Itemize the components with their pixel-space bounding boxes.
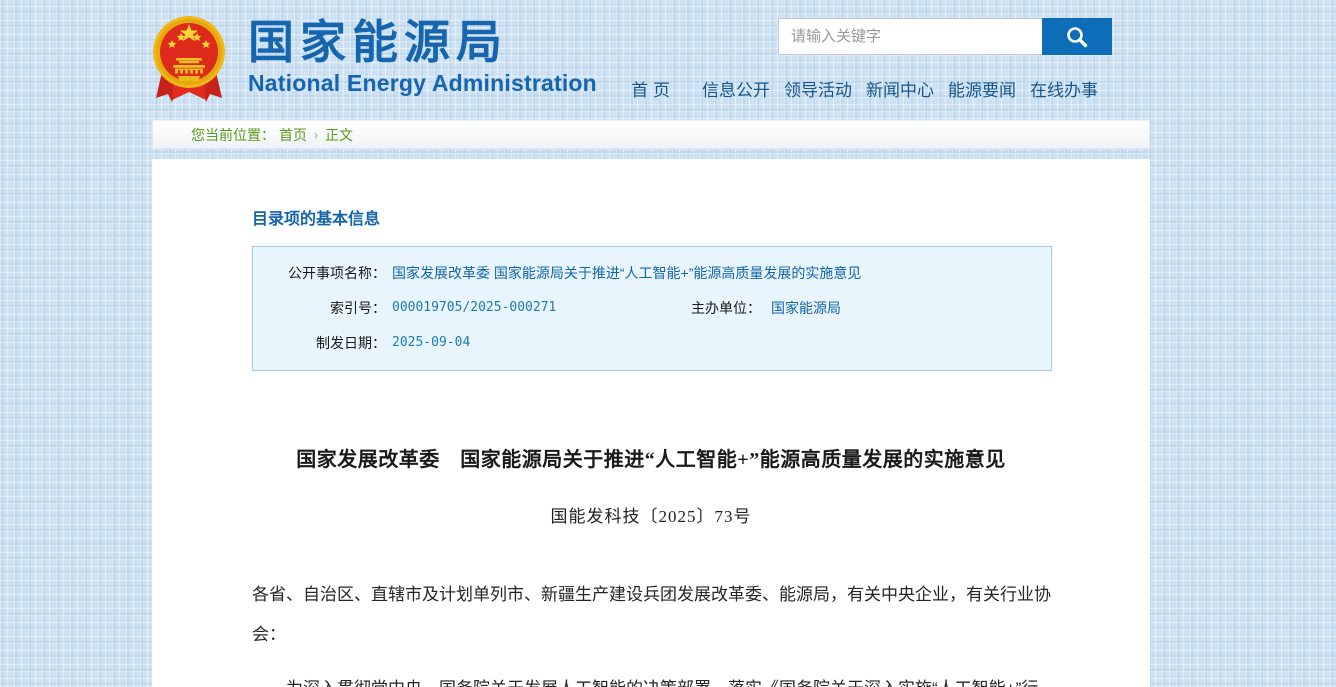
- nav-item-leader-activities[interactable]: 领导活动: [777, 76, 859, 101]
- catalog-info-table: 公开事项名称： 国家发展改革委 国家能源局关于推进“人工智能+”能源高质量发展的…: [252, 246, 1052, 371]
- main-nav: 首 页 信息公开 领导活动 新闻中心 能源要闻 在线办事: [624, 76, 1105, 101]
- site-brand[interactable]: 国家能源局 National Energy Administration: [152, 10, 597, 106]
- document-body: 各省、自治区、直辖市及计划单列市、新疆生产建设兵团发展改革委、能源局，有关中央企…: [252, 575, 1052, 687]
- search-input[interactable]: [778, 18, 1042, 55]
- document-number: 国能发科技〔2025〕73号: [252, 502, 1050, 527]
- search-button[interactable]: [1042, 18, 1112, 55]
- breadcrumb-separator-icon: ›: [314, 128, 318, 142]
- site-title: 国家能源局: [248, 18, 597, 66]
- document-paragraph: 各省、自治区、直辖市及计划单列市、新疆生产建设兵团发展改革委、能源局，有关中央企…: [252, 575, 1052, 655]
- catalog-org-label: 主办单位：: [681, 298, 761, 318]
- catalog-index-label: 索引号：: [253, 298, 386, 318]
- breadcrumb-current[interactable]: 正文: [325, 125, 353, 145]
- catalog-date-label: 制发日期：: [253, 333, 386, 353]
- search-icon: [1064, 24, 1090, 50]
- nav-item-home[interactable]: 首 页: [624, 76, 677, 101]
- breadcrumb-label: 您当前位置：: [191, 125, 275, 145]
- catalog-org-value[interactable]: 国家能源局: [761, 298, 841, 318]
- nav-item-online-services[interactable]: 在线办事: [1023, 76, 1105, 101]
- catalog-index-value: 000019705/2025-000271: [386, 300, 556, 315]
- national-emblem-icon: [152, 10, 226, 106]
- document-paragraph: 为深入贯彻党中央、国务院关于发展人工智能的决策部署，落实《国务院关于深入实施“人…: [252, 669, 1052, 687]
- search-bar: [778, 18, 1112, 55]
- site-header: 国家能源局 National Energy Administration 首 页…: [0, 0, 1336, 118]
- table-row: 公开事项名称： 国家发展改革委 国家能源局关于推进“人工智能+”能源高质量发展的…: [253, 255, 1051, 290]
- nav-item-news-center[interactable]: 新闻中心: [859, 76, 941, 101]
- catalog-heading: 目录项的基本信息: [252, 205, 1050, 229]
- content-panel: 目录项的基本信息 公开事项名称： 国家发展改革委 国家能源局关于推进“人工智能+…: [152, 159, 1150, 687]
- table-row: 制发日期： 2025-09-04: [253, 325, 1051, 360]
- catalog-date-value: 2025-09-04: [386, 335, 470, 350]
- breadcrumb: 您当前位置： 首页 › 正文: [152, 120, 1150, 149]
- nav-item-energy-news[interactable]: 能源要闻: [941, 76, 1023, 101]
- document-title: 国家发展改革委 国家能源局关于推进“人工智能+”能源高质量发展的实施意见: [252, 443, 1050, 472]
- catalog-name-label: 公开事项名称：: [253, 263, 386, 283]
- breadcrumb-home-link[interactable]: 首页: [279, 125, 307, 145]
- site-subtitle: National Energy Administration: [248, 70, 597, 97]
- table-row: 索引号： 000019705/2025-000271 主办单位： 国家能源局: [253, 290, 1051, 325]
- catalog-name-value[interactable]: 国家发展改革委 国家能源局关于推进“人工智能+”能源高质量发展的实施意见: [386, 263, 861, 283]
- nav-item-info-disclosure[interactable]: 信息公开: [695, 76, 777, 101]
